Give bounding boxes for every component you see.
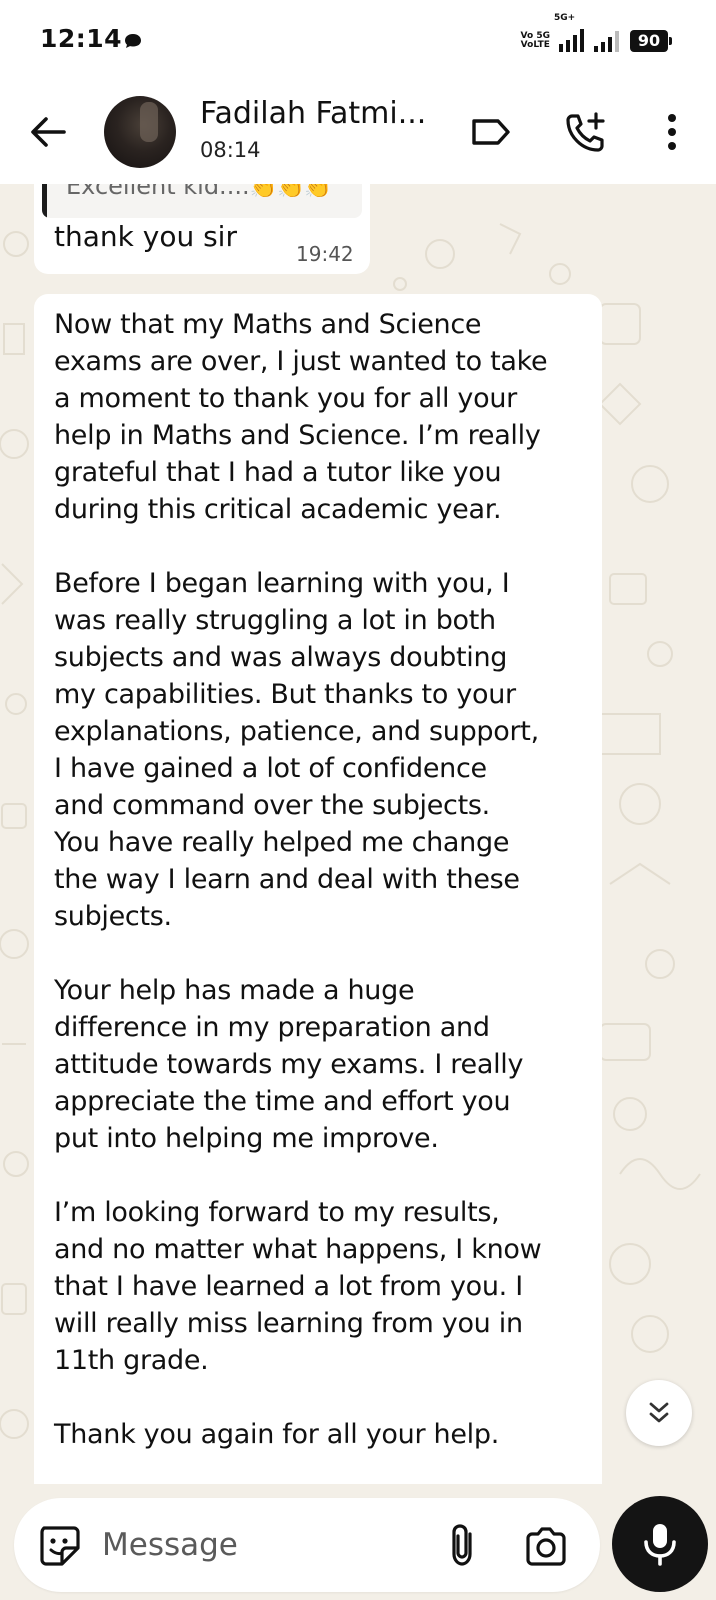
camera-icon[interactable] bbox=[522, 1522, 570, 1570]
signal-bars-2-icon bbox=[594, 31, 619, 52]
contact-name[interactable]: Fadilah Fatmi... bbox=[200, 96, 426, 131]
label-icon[interactable] bbox=[468, 108, 516, 156]
sticker-icon[interactable] bbox=[36, 1522, 82, 1568]
quote-bar bbox=[42, 184, 47, 218]
mic-icon bbox=[644, 1524, 676, 1566]
signal-bars-icon bbox=[559, 29, 584, 52]
message-input[interactable] bbox=[102, 1520, 432, 1570]
composer-bar bbox=[0, 1484, 716, 1600]
quoted-message[interactable]: Excellent kid....👏👏👏 bbox=[42, 184, 362, 218]
status-indicators: Vo 5G VoLTE 5G+ 90 bbox=[521, 14, 672, 56]
quoted-text-content: Excellent kid.... bbox=[66, 184, 250, 200]
mic-button[interactable] bbox=[612, 1496, 708, 1592]
double-chevron-down-icon bbox=[649, 1402, 669, 1423]
message-composer[interactable] bbox=[14, 1498, 600, 1592]
status-time: 12:14 bbox=[40, 24, 123, 53]
more-vert-icon[interactable] bbox=[648, 108, 696, 156]
paperclip-icon[interactable] bbox=[438, 1520, 488, 1570]
battery-indicator: 90 bbox=[630, 30, 672, 52]
network-type: 5G+ bbox=[554, 13, 576, 23]
back-arrow-icon[interactable] bbox=[26, 110, 70, 154]
status-bar: 12:14 Vo 5G VoLTE 5G+ 90 bbox=[0, 0, 716, 82]
avatar[interactable] bbox=[104, 96, 176, 168]
message-time: 19:42 bbox=[296, 242, 354, 266]
scroll-to-bottom-button[interactable] bbox=[626, 1380, 692, 1446]
chat-notification-icon bbox=[125, 34, 141, 48]
chat-area[interactable]: Excellent kid....👏👏👏 thank you sir 19:42… bbox=[0, 184, 716, 1484]
message-text-long: Now that my Maths and Science exams are … bbox=[54, 309, 548, 1450]
volte-line-2: VoLTE bbox=[520, 40, 550, 50]
message-bubble-reply[interactable]: Excellent kid....👏👏👏 thank you sir 19:42 bbox=[34, 184, 370, 274]
chat-header: Fadilah Fatmi... 08:14 bbox=[0, 82, 716, 184]
add-call-icon[interactable] bbox=[562, 108, 610, 156]
message-text: thank you sir bbox=[54, 220, 237, 253]
contact-last-seen: 08:14 bbox=[200, 138, 261, 162]
signal-strength-1: 5G+ bbox=[554, 14, 584, 54]
quoted-text: Excellent kid....👏👏👏 bbox=[66, 184, 332, 200]
message-bubble-long[interactable]: Now that my Maths and Science exams are … bbox=[34, 294, 602, 1484]
clap-emoji: 👏👏👏 bbox=[249, 184, 332, 200]
volte-indicator: Vo 5G VoLTE bbox=[521, 32, 550, 50]
